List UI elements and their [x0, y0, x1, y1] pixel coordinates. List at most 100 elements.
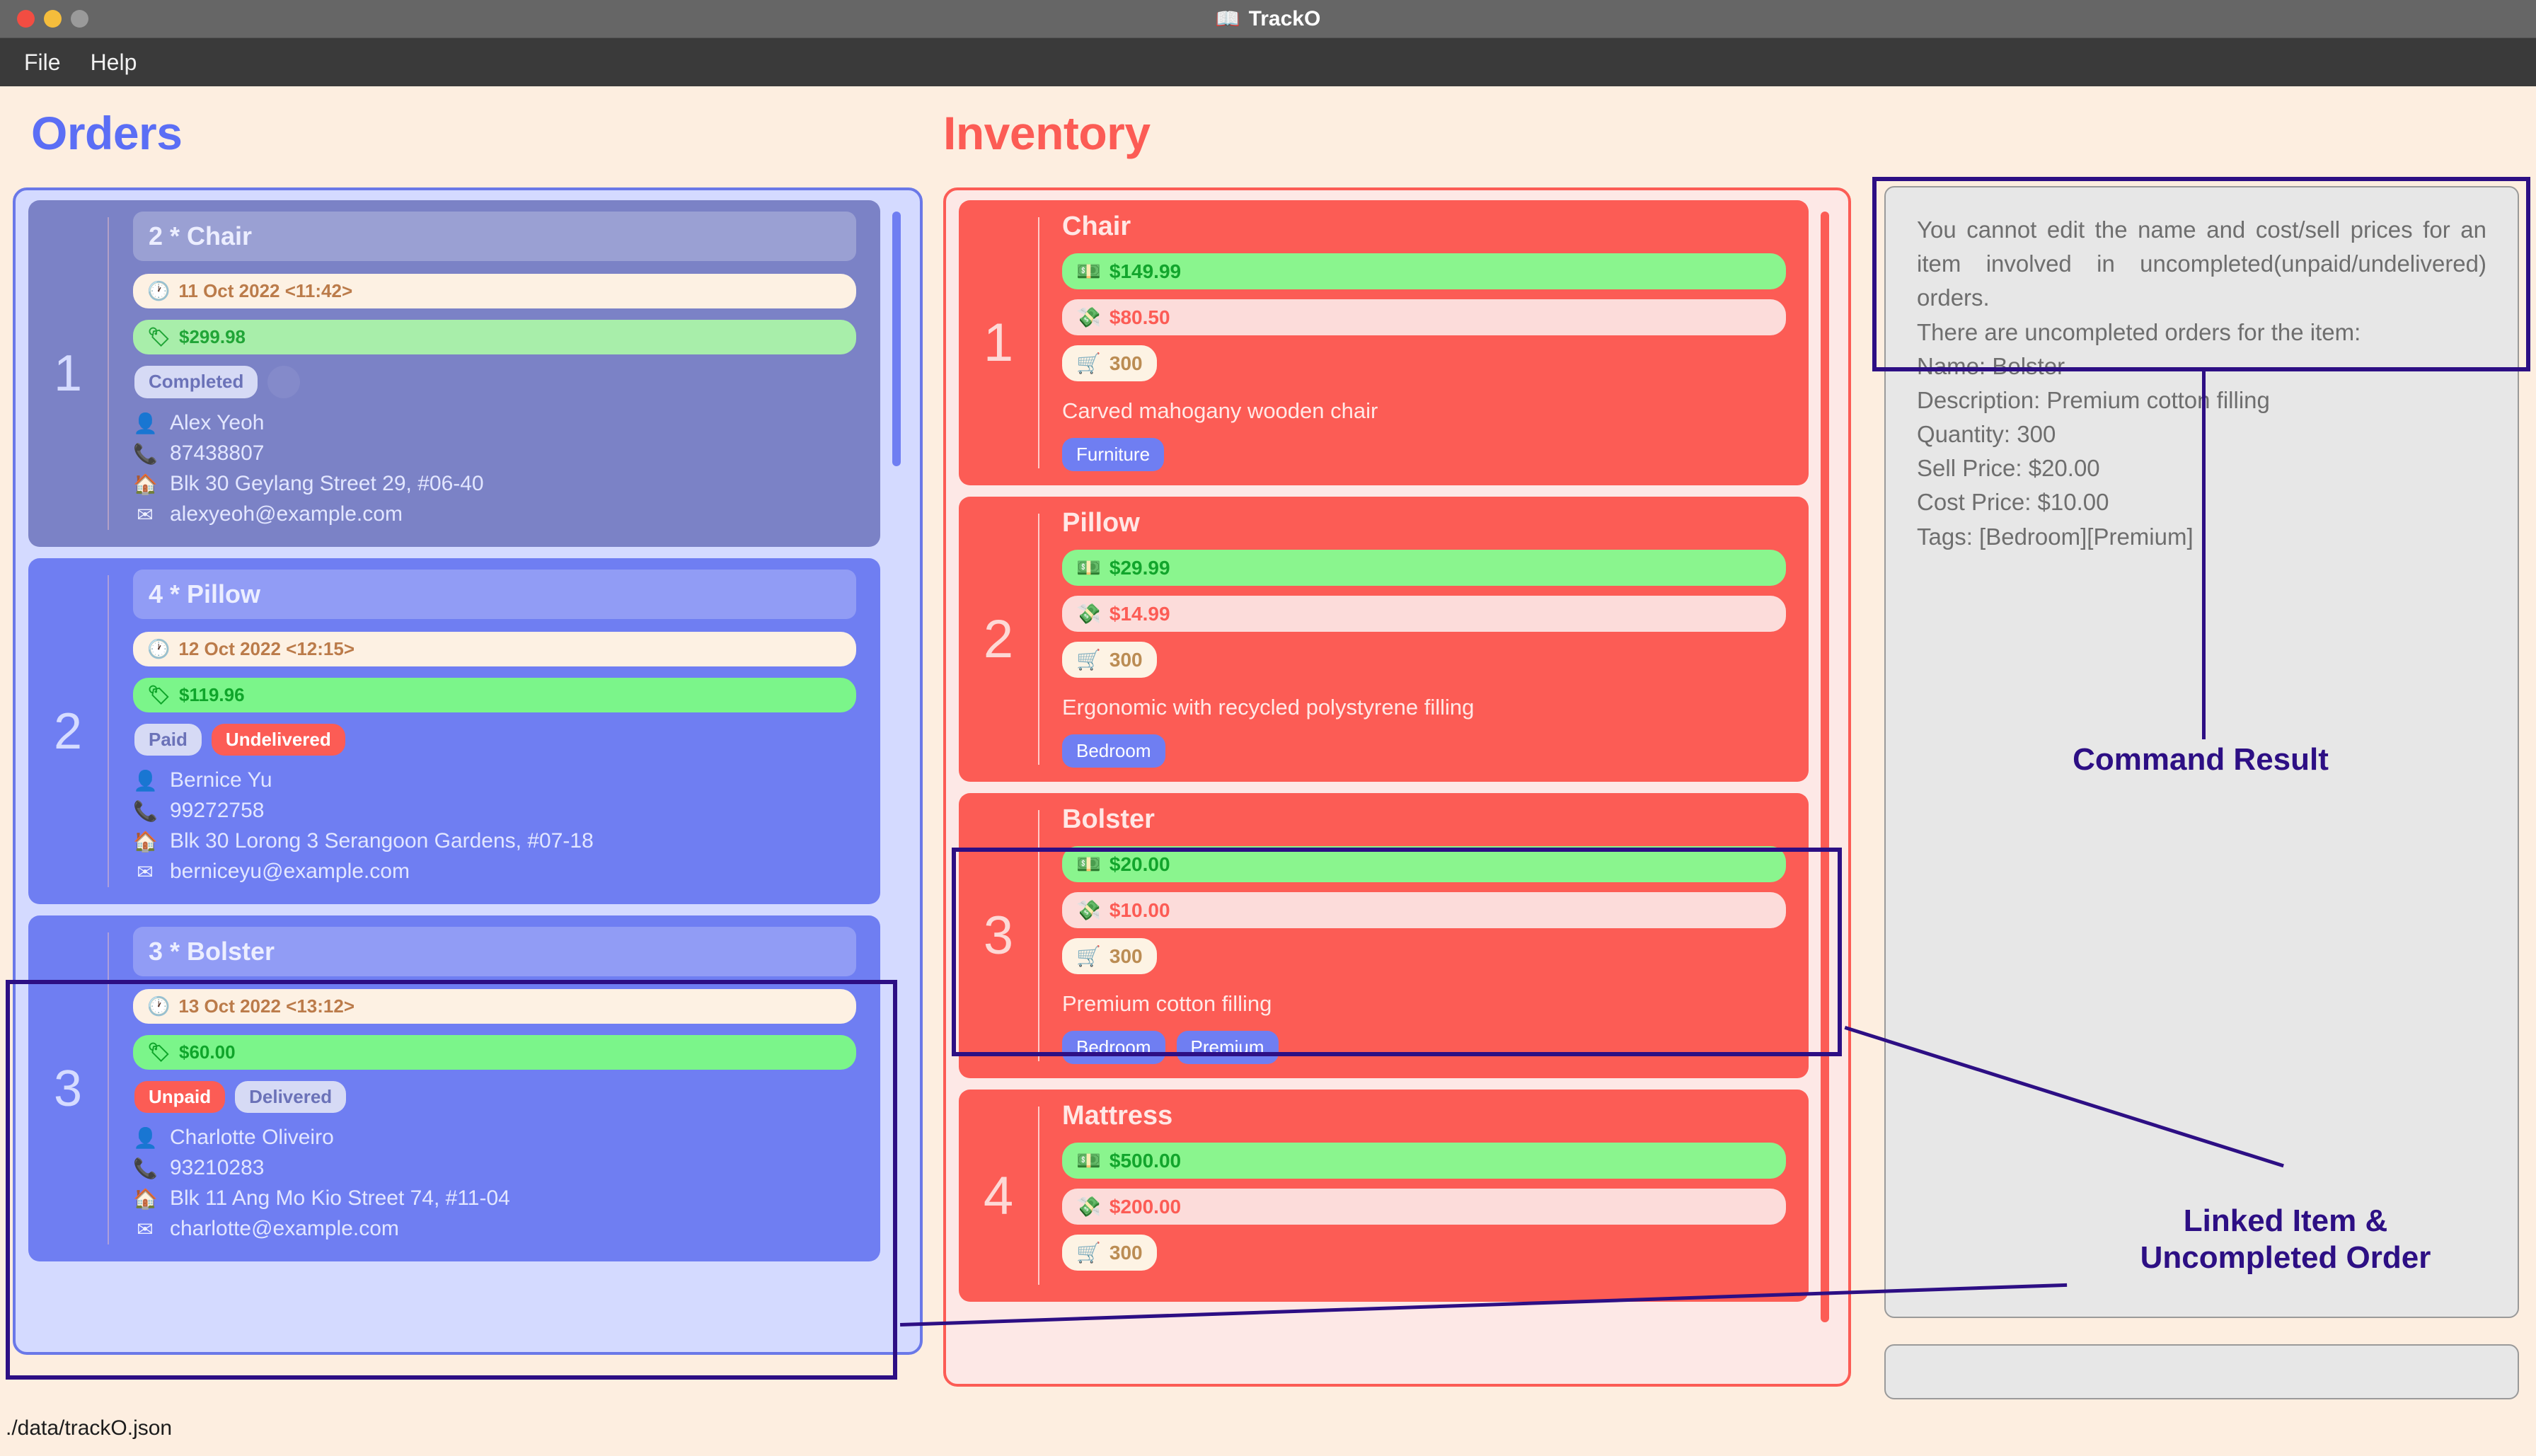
sell-price-pill: 💵 $149.99	[1062, 253, 1786, 289]
cart-icon: 🛒	[1076, 945, 1101, 967]
order-price-text: $299.98	[179, 326, 246, 347]
order-title: 4 * Pillow	[133, 570, 856, 619]
order-address-text: Blk 30 Lorong 3 Serangoon Gardens, #07-1…	[170, 829, 594, 853]
order-price-pill: 🏷 $60.00	[133, 1035, 856, 1070]
price-tag-icon: 🏷	[147, 684, 171, 705]
order-price-pill: 🏷 $299.98	[133, 320, 856, 354]
inventory-tags: Bedroom Premium	[1062, 1031, 1786, 1064]
inventory-index: 1	[983, 313, 1014, 373]
result-line-6: Sell Price: $20.00	[1917, 455, 2100, 482]
order-name-text: Charlotte Oliveiro	[170, 1126, 334, 1149]
order-card[interactable]: 3 3 * Bolster 🕐 13 Oct 2022 <13:12> 🏷 $60.00 U…	[28, 915, 880, 1261]
order-email-row: ✉ alexyeoh@example.com	[133, 502, 856, 526]
inventory-index: 3	[983, 906, 1014, 966]
cart-icon: 🛒	[1076, 352, 1101, 374]
order-name-row: 👤 Bernice Yu	[133, 768, 856, 792]
sell-price-pill: 💵 $20.00	[1062, 846, 1786, 882]
home-icon: 🏠	[133, 473, 158, 495]
clock-icon: 🕐	[147, 638, 171, 659]
menu-help[interactable]: Help	[91, 50, 137, 76]
quantity-pill: 🛒 300	[1062, 938, 1157, 974]
status-bar: ./data/trackO.json	[0, 1401, 2536, 1456]
order-date-text: 13 Oct 2022 <13:12>	[178, 995, 355, 1017]
status-file-path: ./data/trackO.json	[6, 1416, 173, 1440]
inventory-tags: Bedroom	[1062, 734, 1786, 768]
order-phone-row: 📞 87438807	[133, 441, 856, 466]
inventory-panel[interactable]: 1 Chair 💵 $149.99 💸 $80.50 🛒 300 Carved mahogany…	[943, 187, 1851, 1387]
window-title-text: TrackO	[1248, 6, 1321, 30]
result-line-8: Tags: [Bedroom][Premium]	[1917, 523, 2194, 550]
window-title: 📖 TrackO	[0, 7, 2536, 31]
status-badge: Paid	[134, 724, 202, 756]
order-status-badges: Completed	[134, 366, 856, 398]
order-card-body: 3 * Bolster 🕐 13 Oct 2022 <13:12> 🏷 $60.00 Un…	[109, 927, 880, 1250]
clock-icon: 🕐	[147, 280, 171, 301]
order-name-row: 👤 Alex Yeoh	[133, 411, 856, 435]
menu-file[interactable]: File	[24, 50, 61, 76]
order-card-body: 2 * Chair 🕐 11 Oct 2022 <11:42> 🏷 $299.98 Com…	[109, 212, 880, 536]
status-badge: Delivered	[235, 1081, 347, 1113]
menu-bar: File Help	[0, 38, 2536, 86]
order-card[interactable]: 1 2 * Chair 🕐 11 Oct 2022 <11:42> 🏷 $299.98 Co…	[28, 200, 880, 547]
orders-panel[interactable]: 1 2 * Chair 🕐 11 Oct 2022 <11:42> 🏷 $299.98 Co…	[13, 187, 923, 1355]
result-line-5: Quantity: 300	[1917, 421, 2056, 448]
inventory-card[interactable]: 2 Pillow 💵 $29.99 💸 $14.99 🛒 300 Ergonomic with …	[959, 497, 1809, 782]
phone-icon: 📞	[133, 799, 158, 822]
inventory-description: Premium cotton filling	[1062, 991, 1272, 1016]
inventory-card-body: Mattress 💵 $500.00 💸 $200.00 🛒 300	[1039, 1101, 1809, 1290]
order-card[interactable]: 2 4 * Pillow 🕐 12 Oct 2022 <12:15> 🏷 $119.96 P…	[28, 558, 880, 904]
sell-price-text: $500.00	[1109, 1149, 1182, 1172]
orders-scrollbar[interactable]	[892, 212, 901, 466]
tag-badge: Furniture	[1062, 438, 1165, 471]
inventory-list[interactable]: 1 Chair 💵 $149.99 💸 $80.50 🛒 300 Carved mahogany…	[959, 200, 1809, 1384]
order-price-text: $60.00	[179, 1041, 236, 1063]
orders-list[interactable]: 1 2 * Chair 🕐 11 Oct 2022 <11:42> 🏷 $299.98 Co…	[28, 200, 880, 1352]
inventory-card[interactable]: 4 Mattress 💵 $500.00 💸 $200.00 🛒 300	[959, 1090, 1809, 1302]
inventory-card-divider	[1038, 1107, 1039, 1285]
cost-price-pill: 💸 $80.50	[1062, 299, 1786, 335]
order-date-pill: 🕐 13 Oct 2022 <13:12>	[133, 989, 856, 1024]
quantity-pill: 🛒 300	[1062, 642, 1157, 678]
cost-price-text: $80.50	[1109, 306, 1170, 328]
order-name-row: 👤 Charlotte Oliveiro	[133, 1126, 856, 1150]
order-index: 1	[53, 345, 83, 402]
email-icon: ✉	[137, 1218, 154, 1240]
cost-price-pill: 💸 $200.00	[1062, 1189, 1786, 1225]
status-badge: Completed	[134, 366, 258, 398]
order-date-pill: 🕐 12 Oct 2022 <12:15>	[133, 632, 856, 666]
inventory-card-body: Chair 💵 $149.99 💸 $80.50 🛒 300 Carved mahogany …	[1039, 212, 1809, 474]
order-price-pill: 🏷 $119.96	[133, 678, 856, 712]
money-down-icon: 💸	[1076, 306, 1101, 328]
order-status-badges: Paid Undelivered	[134, 724, 856, 756]
order-email-text: berniceyu@example.com	[170, 860, 410, 883]
order-phone-row: 📞 93210283	[133, 1156, 856, 1180]
inventory-tags: Furniture	[1062, 438, 1786, 471]
inventory-card[interactable]: 1 Chair 💵 $149.99 💸 $80.50 🛒 300 Carved mahogany…	[959, 200, 1809, 485]
order-phone-text: 99272758	[170, 799, 265, 822]
quantity-text: 300	[1109, 1241, 1143, 1264]
phone-icon: 📞	[133, 442, 158, 465]
inventory-item-name: Pillow	[1062, 508, 1140, 538]
sell-price-pill: 💵 $500.00	[1062, 1143, 1786, 1179]
cost-price-text: $14.99	[1109, 602, 1170, 625]
orders-heading: Orders	[31, 107, 183, 159]
price-tag-icon: 🏷	[147, 1041, 171, 1063]
order-address-row: 🏠 Blk 30 Lorong 3 Serangoon Gardens, #07-…	[133, 829, 856, 853]
inventory-scrollbar[interactable]	[1821, 212, 1829, 1322]
sell-price-pill: 💵 $29.99	[1062, 550, 1786, 586]
sell-price-text: $20.00	[1109, 853, 1170, 875]
order-email-row: ✉ charlotte@example.com	[133, 1217, 856, 1241]
order-status-badges: Unpaid Delivered	[134, 1081, 856, 1113]
email-icon: ✉	[137, 860, 154, 883]
inventory-item-name: Bolster	[1062, 804, 1155, 834]
sell-price-text: $149.99	[1109, 260, 1182, 282]
inventory-description: Carved mahogany wooden chair	[1062, 398, 1378, 423]
inventory-card[interactable]: 3 Bolster 💵 $20.00 💸 $10.00 🛒 300 Premium cotton…	[959, 793, 1809, 1078]
inventory-card-body: Pillow 💵 $29.99 💸 $14.99 🛒 300 Ergonomic with r…	[1039, 508, 1809, 770]
command-input[interactable]	[1884, 1344, 2519, 1399]
order-address-text: Blk 11 Ang Mo Kio Street 74, #11-04	[170, 1186, 510, 1210]
home-icon: 🏠	[133, 1187, 158, 1210]
order-date-text: 12 Oct 2022 <12:15>	[178, 638, 355, 659]
money-up-icon: 💵	[1076, 853, 1101, 875]
clock-icon: 🕐	[147, 995, 171, 1017]
